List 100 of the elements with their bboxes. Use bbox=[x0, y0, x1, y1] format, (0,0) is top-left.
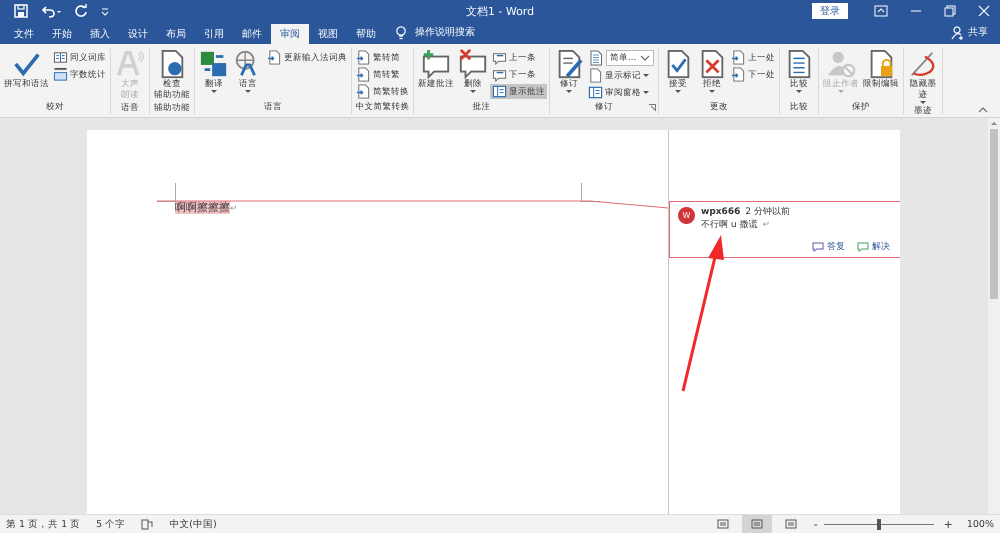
comment-time: 2 分钟以前 bbox=[745, 206, 790, 219]
page-count[interactable]: 第 1 页，共 1 页 bbox=[6, 518, 80, 530]
pane-icon bbox=[492, 84, 507, 99]
login-button[interactable]: 登录 bbox=[812, 3, 848, 19]
ribbon-button[interactable]: 字数统计 bbox=[51, 67, 108, 82]
ribbon-button[interactable]: 审阅窗格 bbox=[586, 85, 656, 100]
print-layout-button[interactable] bbox=[742, 515, 772, 533]
person-block-icon bbox=[826, 49, 856, 79]
tell-me-search[interactable]: 操作说明搜索 bbox=[415, 25, 475, 39]
page-icon bbox=[716, 519, 729, 529]
arrow-document-icon bbox=[731, 50, 746, 65]
undo-icon[interactable] bbox=[40, 4, 62, 18]
ribbon-button[interactable]: 下一处 bbox=[729, 67, 778, 82]
ribbon-button[interactable]: 限制编辑 bbox=[861, 49, 902, 100]
share-button[interactable]: 共享 bbox=[968, 25, 988, 39]
sound-icon bbox=[115, 49, 145, 79]
scrollbar[interactable] bbox=[988, 118, 1000, 514]
launcher-icon[interactable] bbox=[649, 104, 656, 111]
avatar: W bbox=[678, 207, 695, 224]
proofing-icon[interactable] bbox=[141, 518, 154, 530]
lightbulb-icon bbox=[395, 26, 407, 40]
group-label: 比较 bbox=[790, 101, 808, 113]
delete-comment-icon bbox=[458, 49, 488, 79]
ribbon-tab[interactable]: 文件 bbox=[5, 24, 43, 44]
restore-icon[interactable] bbox=[944, 5, 956, 17]
convert-icon bbox=[356, 50, 371, 65]
convert-icon bbox=[356, 67, 371, 82]
ribbon-tab[interactable]: 插入 bbox=[81, 24, 119, 44]
ribbon-button[interactable]: 简转繁 bbox=[354, 67, 411, 82]
ribbon-tab[interactable]: 视图 bbox=[309, 24, 347, 44]
group-label: 语言 bbox=[264, 101, 282, 113]
group-label: 保护 bbox=[852, 101, 870, 113]
language-status[interactable]: 中文(中国) bbox=[169, 518, 217, 530]
reply-button[interactable]: 答复 bbox=[812, 240, 845, 253]
person-icon[interactable] bbox=[951, 26, 965, 40]
group-label: 墨迹 bbox=[914, 105, 932, 117]
group-label: 语音 bbox=[121, 102, 139, 114]
grid-icon bbox=[53, 67, 68, 82]
group-label: 辅助功能 bbox=[154, 102, 190, 114]
ribbon-button[interactable]: 更新输入法词典 bbox=[265, 50, 349, 65]
ribbon-tab[interactable]: 布局 bbox=[157, 24, 195, 44]
ribbon-button[interactable]: 删除 bbox=[456, 49, 490, 100]
ribbon-button[interactable]: 修订 bbox=[552, 49, 586, 100]
ribbon-button[interactable]: 比较 bbox=[782, 49, 816, 100]
ribbon-button[interactable]: 同义词库 bbox=[51, 50, 108, 65]
zoom-in-button[interactable]: + bbox=[944, 518, 953, 530]
ribbon-tab[interactable]: 设计 bbox=[119, 24, 157, 44]
commented-text: 啊啊擦擦擦 bbox=[175, 201, 230, 214]
book-icon bbox=[53, 50, 68, 65]
comment-author: wpx666 bbox=[701, 206, 740, 219]
paragraph-mark: ↵ bbox=[230, 204, 238, 214]
group-label: 批注 bbox=[472, 101, 490, 113]
markup-dropdown[interactable]: 简单... bbox=[606, 50, 654, 66]
zoom-out-button[interactable]: - bbox=[814, 518, 818, 530]
ribbon-button[interactable]: 显示批注 bbox=[490, 84, 547, 99]
pane-icon bbox=[588, 85, 603, 100]
ribbon-button[interactable]: 拼写和语法 bbox=[2, 49, 51, 100]
ribbon-button[interactable]: 拒绝 bbox=[695, 49, 730, 100]
ribbon-button[interactable]: 语言 bbox=[231, 49, 265, 100]
zoom-level[interactable]: 100% bbox=[966, 518, 994, 530]
ribbon-tab[interactable]: 审阅 bbox=[271, 24, 309, 44]
ribbon-button[interactable]: 新建批注 bbox=[416, 49, 456, 100]
crop-mark bbox=[157, 183, 176, 202]
ribbon-display-icon[interactable] bbox=[874, 5, 888, 17]
slider-thumb[interactable] bbox=[876, 518, 881, 530]
word-count[interactable]: 5 个字 bbox=[96, 518, 126, 530]
ribbon-tab[interactable]: 邮件 bbox=[233, 24, 271, 44]
ribbon-button[interactable]: 翻译 bbox=[197, 49, 231, 100]
group-label: 中文简繁转换 bbox=[356, 101, 410, 113]
ribbon-button[interactable]: 下一条 bbox=[490, 67, 547, 82]
close-icon[interactable] bbox=[978, 5, 990, 17]
translate-icon bbox=[199, 49, 229, 79]
ribbon-button[interactable]: 简繁转换 bbox=[354, 84, 411, 99]
ribbon-tab[interactable]: 开始 bbox=[43, 24, 81, 44]
arrow-document-icon bbox=[731, 67, 746, 82]
comment-icon bbox=[857, 241, 869, 252]
convert-icon bbox=[356, 84, 371, 99]
save-icon[interactable] bbox=[14, 4, 28, 18]
ribbon-button[interactable]: 隐藏墨 迹 bbox=[906, 49, 940, 105]
ribbon-button[interactable]: 上一处 bbox=[729, 50, 778, 65]
documents-icon bbox=[588, 50, 604, 66]
ribbon-button[interactable]: 繁转简 bbox=[354, 50, 411, 65]
ribbon-button[interactable]: 上一条 bbox=[490, 50, 547, 65]
chevron-icon bbox=[640, 55, 650, 61]
page-icon bbox=[750, 519, 763, 529]
resolve-button[interactable]: 解决 bbox=[857, 240, 890, 253]
ribbon-button[interactable]: 显示标记 bbox=[586, 68, 656, 83]
ribbon-button[interactable]: 接受 bbox=[661, 49, 696, 100]
document-icon bbox=[588, 68, 603, 83]
comment-text: 不行啊 u 撒谎 bbox=[701, 219, 758, 232]
ribbon-button[interactable]: 检查 辅助功能 bbox=[152, 49, 192, 101]
group-label: 校对 bbox=[46, 101, 64, 113]
dictionary-icon bbox=[267, 50, 282, 65]
collapse-icon[interactable] bbox=[978, 107, 988, 113]
ribbon-tab[interactable]: 帮助 bbox=[347, 24, 385, 44]
comment-icon bbox=[812, 241, 824, 252]
window-title: 文档1 - Word bbox=[466, 4, 534, 18]
paragraph-mark: ↵ bbox=[762, 219, 770, 232]
ribbon-tab[interactable]: 引用 bbox=[195, 24, 233, 44]
redo-icon[interactable] bbox=[74, 4, 88, 18]
